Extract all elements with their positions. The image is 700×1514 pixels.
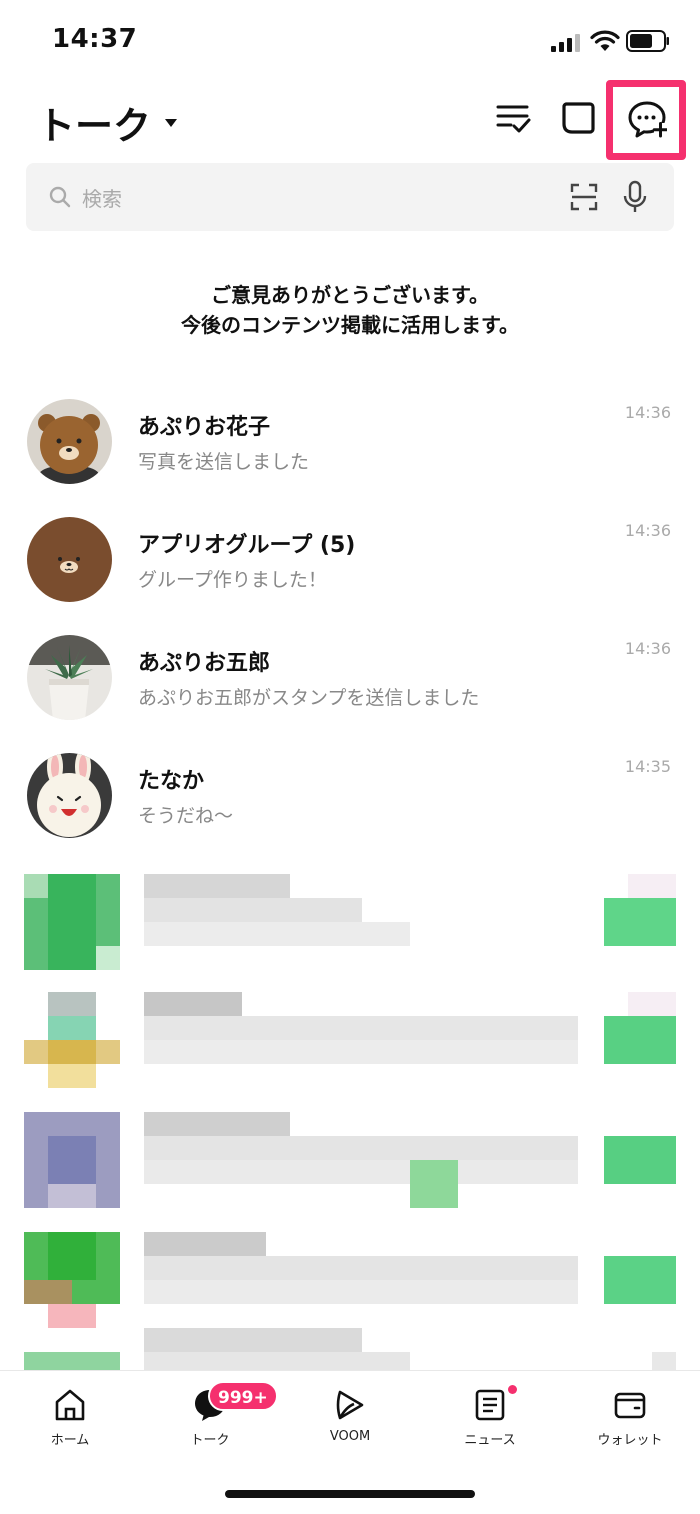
avatar xyxy=(27,635,112,720)
nav-home[interactable]: ホーム xyxy=(10,1387,130,1448)
chat-time: 14:36 xyxy=(624,639,671,658)
signal-icon xyxy=(551,34,580,52)
avatar xyxy=(27,753,112,838)
chat-name: あぷりお五郎 xyxy=(138,651,271,676)
nav-home-label: ホーム xyxy=(50,1433,90,1448)
nav-news[interactable]: ニュース xyxy=(430,1387,550,1448)
home-icon xyxy=(55,1389,85,1421)
nav-voom-label: VOOM xyxy=(329,1429,371,1444)
chat-last-message: そうだね〜 xyxy=(138,805,234,827)
notice-line-1: ご意見ありがとうございます。 xyxy=(211,283,489,307)
page-title[interactable]: トーク xyxy=(37,95,178,150)
search-input[interactable]: 検索 xyxy=(82,183,122,212)
chat-row[interactable]: たなか そうだね〜 14:35 xyxy=(0,753,700,871)
chat-name: たなか xyxy=(138,769,205,794)
chat-time: 14:35 xyxy=(624,757,671,776)
dropdown-caret-icon xyxy=(165,118,178,127)
chat-name: アプリオグループ (5) xyxy=(138,533,356,558)
list-check-icon[interactable] xyxy=(493,98,533,138)
chat-row[interactable]: あぷりお花子 写真を送信しました 14:36 xyxy=(0,399,700,517)
chat-last-message: グループ作りました！ xyxy=(138,569,327,591)
chat-row[interactable]: あぷりお五郎 あぷりお五郎がスタンプを送信しました 14:36 xyxy=(0,635,700,753)
nav-voom[interactable]: VOOM xyxy=(290,1387,410,1444)
chat-time: 14:36 xyxy=(624,403,671,422)
news-icon xyxy=(475,1389,505,1421)
nav-news-label: ニュース xyxy=(464,1433,516,1448)
home-indicator xyxy=(225,1490,475,1498)
nav-wallet[interactable]: ウォレット xyxy=(570,1387,690,1448)
notice-line-2: 今後のコンテンツ掲載に活用します。 xyxy=(181,313,519,337)
header: トーク xyxy=(0,80,700,160)
chat-name: あぷりお花子 xyxy=(138,415,271,440)
nav-wallet-label: ウォレット xyxy=(597,1433,663,1448)
chat-time: 14:36 xyxy=(624,521,671,540)
battery-icon xyxy=(626,30,669,52)
nav-talk-label: トーク xyxy=(190,1433,230,1448)
wallet-icon xyxy=(614,1392,646,1419)
voom-icon xyxy=(336,1390,364,1420)
avatar xyxy=(27,517,112,602)
status-time: 14:37 xyxy=(52,24,138,54)
open-chat-icon[interactable] xyxy=(558,98,598,138)
search-icon xyxy=(49,186,71,208)
wifi-icon xyxy=(590,30,620,51)
qr-scan-icon[interactable] xyxy=(570,183,598,211)
microphone-icon[interactable] xyxy=(622,180,648,214)
search-bar[interactable]: 検索 xyxy=(26,163,674,231)
unread-badge: 999+ xyxy=(208,1381,278,1411)
avatar xyxy=(27,399,112,484)
page-title-text: トーク xyxy=(37,104,152,148)
status-bar: 14:37 xyxy=(0,0,700,80)
new-chat-icon[interactable] xyxy=(627,99,667,139)
chat-last-message: 写真を送信しました xyxy=(138,451,310,473)
chat-row[interactable]: アプリオグループ (5) グループ作りました！ 14:36 xyxy=(0,517,700,635)
feedback-notice: ご意見ありがとうございます。 今後のコンテンツ掲載に活用します。 xyxy=(0,280,700,340)
pixelated-chat-list xyxy=(0,862,700,1370)
chat-last-message: あぷりお五郎がスタンプを送信しました xyxy=(138,687,480,709)
news-notification-dot xyxy=(508,1385,517,1394)
